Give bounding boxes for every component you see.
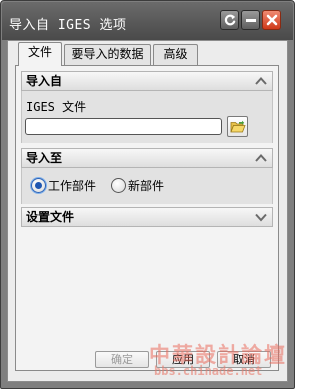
radio-new-part-label: 新部件 — [128, 178, 165, 193]
iges-file-input[interactable] — [25, 118, 222, 135]
iges-file-label: IGES 文件 — [26, 100, 87, 114]
section-import-to-title: 导入至 — [26, 151, 63, 165]
tab-data-to-import[interactable]: 要导入的数据 — [64, 44, 151, 65]
chevron-up-icon[interactable] — [254, 152, 268, 164]
section-settings-file-title: 设置文件 — [26, 210, 75, 224]
reset-icon — [224, 14, 236, 26]
folder-open-icon — [230, 120, 246, 133]
section-settings-file-header[interactable]: 设置文件 — [21, 207, 273, 227]
section-import-from-body: IGES 文件 — [21, 91, 273, 143]
window-title: 导入自 IGES 选项 — [9, 18, 127, 33]
cancel-button[interactable]: 取消 — [217, 351, 271, 368]
close-icon — [266, 14, 278, 26]
section-import-to-header[interactable]: 导入至 — [21, 148, 273, 168]
section-import-to-body: 工作部件 新部件 — [21, 168, 273, 204]
radio-button[interactable] — [111, 177, 126, 193]
tab-file[interactable]: 文件 — [18, 42, 62, 66]
tab-advanced[interactable]: 高级 — [153, 44, 198, 65]
tab-panel-file: 导入自 IGES 文件 导入至 工作部件 新部件 设置文件 — [15, 65, 279, 371]
section-import-from-title: 导入自 — [26, 74, 63, 88]
title-bar[interactable]: 导入自 IGES 选项 — [2, 2, 293, 40]
browse-button[interactable] — [227, 116, 248, 137]
minimize-button[interactable] — [241, 10, 260, 30]
reset-button[interactable] — [220, 10, 239, 30]
import-iges-options-dialog: 导入自 IGES 选项 文件 要导入的数据 高级 导入自 IGES 文件 导入至… — [0, 0, 295, 389]
chevron-up-icon[interactable] — [254, 75, 268, 87]
chevron-down-icon[interactable] — [254, 211, 268, 223]
section-import-from-header[interactable]: 导入自 — [21, 71, 273, 91]
minimize-icon — [246, 19, 256, 22]
radio-button-checked[interactable] — [31, 177, 46, 193]
ok-button[interactable]: 确定 — [95, 351, 149, 368]
close-button[interactable] — [262, 10, 281, 30]
dialog-body: 文件 要导入的数据 高级 导入自 IGES 文件 导入至 工作部件 新部件 设置… — [7, 40, 288, 382]
radio-work-part[interactable]: 工作部件 — [31, 177, 96, 193]
radio-work-part-label: 工作部件 — [48, 178, 97, 193]
apply-button[interactable]: 应用 — [156, 351, 210, 368]
radio-new-part[interactable]: 新部件 — [111, 177, 164, 193]
